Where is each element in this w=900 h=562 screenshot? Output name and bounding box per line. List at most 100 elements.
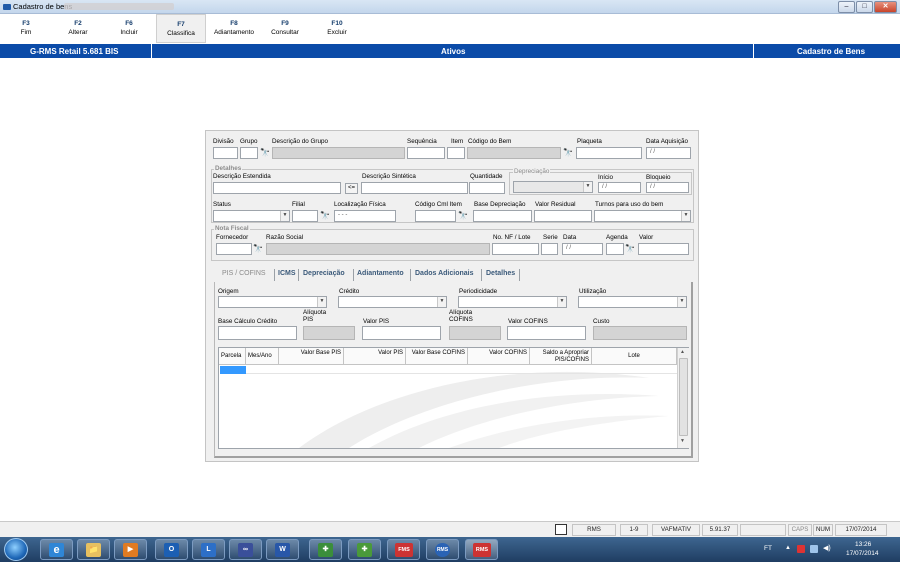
sequencia-label: Sequência: [407, 138, 437, 145]
column-header[interactable]: Valor Base COFINS: [406, 348, 468, 365]
module-header-band: G-RMS Retail 5.681 BIS Ativos Cadastro d…: [0, 44, 900, 58]
clock-date[interactable]: 17/07/2014: [846, 550, 879, 557]
data-nf-input[interactable]: / /: [562, 243, 603, 255]
sequencia-input[interactable]: [407, 147, 445, 159]
taskbar-rms-2[interactable]: RMS: [465, 539, 498, 560]
periodicidade-label: Periodicidade: [459, 288, 498, 295]
maximize-button[interactable]: □: [856, 1, 873, 13]
grid-row[interactable]: [246, 366, 677, 374]
binoculars-icon[interactable]: 🔭: [624, 244, 636, 254]
credito-select[interactable]: ▼: [338, 296, 447, 308]
turnos-select[interactable]: ▼: [594, 210, 691, 222]
taskbar-rms-1[interactable]: RMS: [426, 539, 459, 560]
taskbar-tool-2[interactable]: ✚: [348, 539, 381, 560]
column-header[interactable]: Mes/Ano: [246, 348, 279, 365]
taskbar-tool-1[interactable]: ✚: [309, 539, 342, 560]
start-button[interactable]: [4, 538, 28, 561]
tab-depreciacao[interactable]: Depreciação: [303, 270, 345, 277]
descricao-estendida-input[interactable]: [213, 182, 341, 194]
module-name: Ativos: [441, 47, 466, 56]
binoculars-icon[interactable]: 🔭: [252, 244, 264, 254]
scroll-up-arrow[interactable]: ▲: [680, 349, 685, 355]
status-select[interactable]: ▼: [213, 210, 290, 222]
tab-adiantamento[interactable]: Adiantamento: [357, 270, 404, 277]
taskbar-media[interactable]: ▶: [114, 539, 147, 560]
taskbar-word[interactable]: W: [266, 539, 299, 560]
flag-icon[interactable]: [797, 545, 805, 553]
grupo-input[interactable]: [240, 147, 258, 159]
f10-excluir-button[interactable]: F10 Excluir: [312, 14, 362, 43]
no-nf-lote-input[interactable]: [492, 243, 539, 255]
taskbar-app[interactable]: ∞: [229, 539, 262, 560]
selected-cell[interactable]: [220, 366, 246, 374]
fornecedor-input[interactable]: [216, 243, 252, 255]
f9-consultar-button[interactable]: F9 Consultar: [262, 14, 308, 43]
utilizacao-select[interactable]: ▼: [578, 296, 687, 308]
num-indicator: NUM: [813, 524, 833, 536]
valor-residual-input[interactable]: [534, 210, 592, 222]
close-button[interactable]: ✕: [874, 1, 897, 13]
origem-select[interactable]: ▼: [218, 296, 327, 308]
base-depreciacao-input[interactable]: [473, 210, 532, 222]
column-header[interactable]: Valor COFINS: [468, 348, 530, 365]
binoculars-icon[interactable]: 🔭: [319, 211, 331, 221]
document-icon: [555, 524, 567, 535]
descricao-sintetica-input[interactable]: [361, 182, 468, 194]
column-header[interactable]: Parcela: [219, 348, 246, 365]
parcelas-grid: Parcela Mes/Ano Valor Base PIS Valor PIS…: [218, 347, 689, 449]
inicio-input[interactable]: / /: [598, 182, 641, 193]
tab-separator: [353, 269, 354, 281]
valor-cofins-input[interactable]: [507, 326, 586, 340]
binoculars-icon[interactable]: 🔭: [457, 211, 469, 221]
scroll-down-arrow[interactable]: ▼: [680, 438, 685, 444]
f6-incluir-button[interactable]: F6 Incluir: [106, 14, 152, 43]
network-icon[interactable]: [810, 545, 818, 553]
filial-input[interactable]: [292, 210, 318, 222]
copy-description-button[interactable]: <=: [345, 183, 358, 194]
tray-arrow-icon[interactable]: ▲: [785, 545, 791, 551]
column-header[interactable]: Lote: [592, 348, 677, 365]
tab-detalhes[interactable]: Detalhes: [486, 270, 515, 277]
plaqueta-input[interactable]: [576, 147, 642, 159]
taskbar-ie[interactable]: e: [40, 539, 73, 560]
internet-explorer-icon: e: [49, 543, 64, 557]
minimize-button[interactable]: –: [838, 1, 855, 13]
f3-fim-button[interactable]: F3 Fim: [4, 14, 48, 43]
periodicidade-select[interactable]: ▼: [458, 296, 567, 308]
taskbar-explorer[interactable]: 📁: [77, 539, 110, 560]
column-header[interactable]: Valor Base PIS: [279, 348, 344, 365]
valor-pis-input[interactable]: [362, 326, 441, 340]
range-indicator: 1-9: [620, 524, 648, 536]
taskbar-fms[interactable]: FMS: [387, 539, 420, 560]
divisao-input[interactable]: [213, 147, 238, 159]
codigo-cml-item-input[interactable]: [415, 210, 456, 222]
valor-nf-input[interactable]: [638, 243, 689, 255]
depreciacao-select[interactable]: ▼: [513, 181, 593, 193]
base-calculo-credito-input[interactable]: [218, 326, 297, 340]
vertical-scrollbar[interactable]: ▲ ▼: [677, 348, 689, 448]
tab-pis-cofins[interactable]: PIS / COFINS: [222, 270, 266, 277]
binoculars-icon[interactable]: 🔭: [259, 148, 271, 158]
column-header[interactable]: Saldo a Apropriar PIS/COFINS: [530, 348, 592, 365]
localizacao-fisica-input[interactable]: - - -: [334, 210, 396, 222]
data-aquisicao-input[interactable]: / /: [646, 147, 691, 159]
taskbar-lync[interactable]: L: [192, 539, 225, 560]
scroll-thumb[interactable]: [679, 358, 688, 436]
f2-alterar-button[interactable]: F2 Alterar: [54, 14, 102, 43]
serie-input[interactable]: [541, 243, 558, 255]
f8-adiantamento-button[interactable]: F8 Adiantamento: [208, 14, 260, 43]
binoculars-icon[interactable]: 🔭: [562, 148, 574, 158]
clock-time[interactable]: 13:26: [855, 541, 871, 548]
keyboard-language[interactable]: FT: [764, 545, 772, 552]
column-header[interactable]: Valor PIS: [344, 348, 406, 365]
tab-dados-adicionais[interactable]: Dados Adicionais: [415, 270, 473, 277]
tab-icms[interactable]: ICMS: [278, 270, 296, 277]
f7-classifica-button[interactable]: F7 Classifica: [156, 14, 206, 43]
taskbar-outlook[interactable]: O: [155, 539, 188, 560]
quantidade-input[interactable]: [469, 182, 505, 194]
agenda-input[interactable]: [606, 243, 624, 255]
status-label: Status: [213, 201, 231, 208]
bloqueio-input[interactable]: / /: [646, 182, 689, 193]
item-input[interactable]: [447, 147, 465, 159]
volume-icon[interactable]: ◀): [823, 544, 831, 552]
